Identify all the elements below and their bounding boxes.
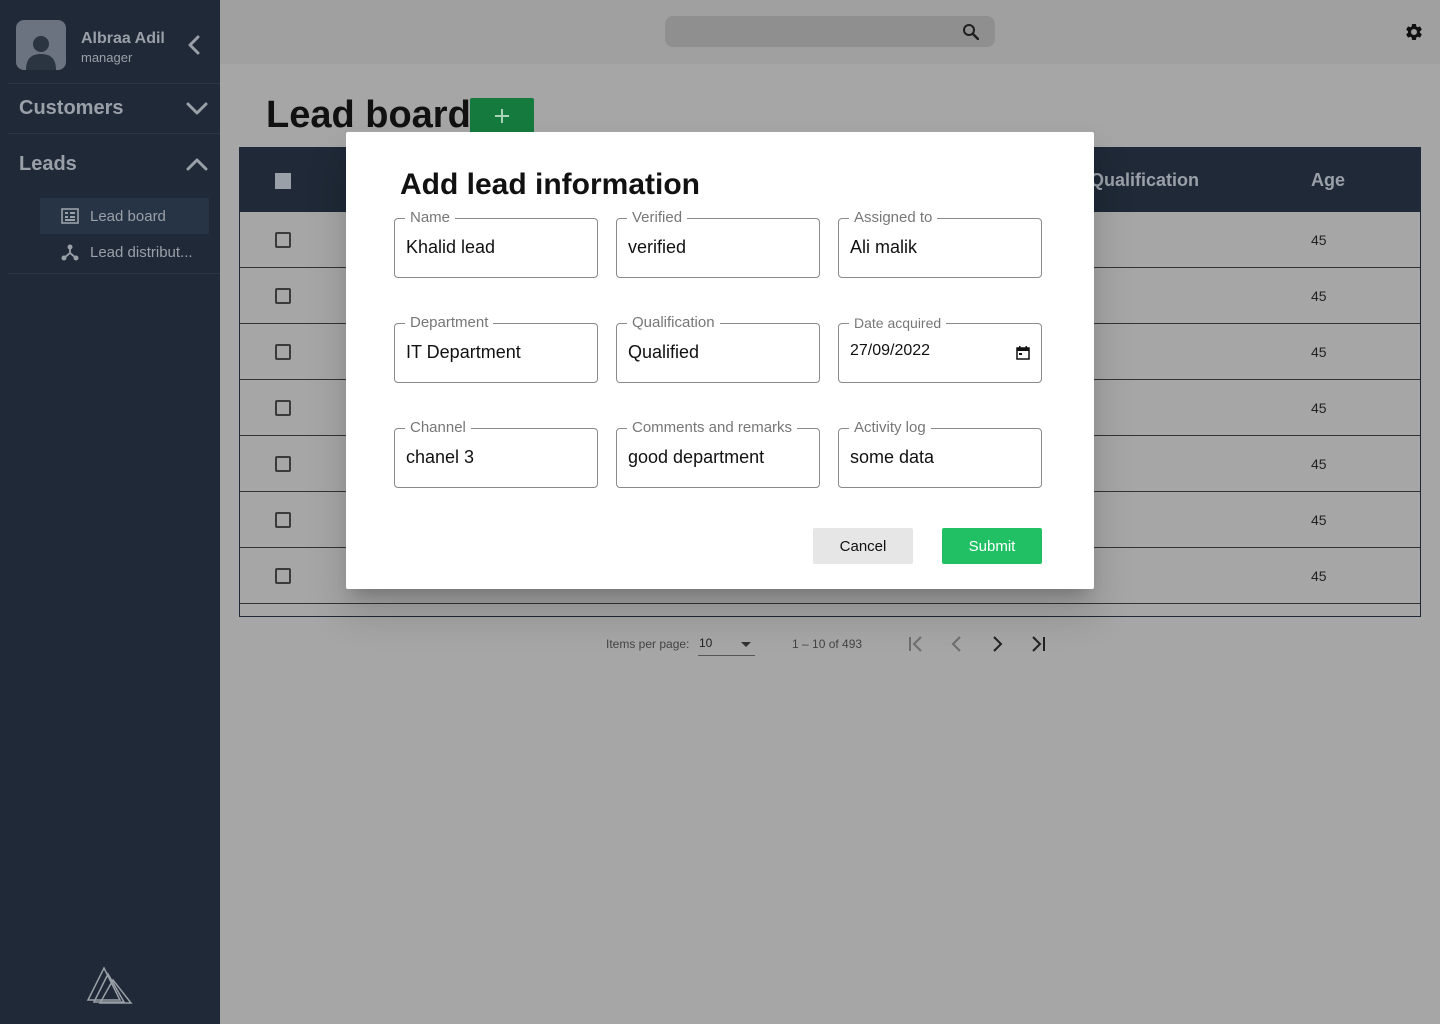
department-input[interactable]	[406, 342, 586, 363]
name-input[interactable]	[406, 237, 586, 258]
items-per-page-label: Items per page:	[606, 637, 690, 651]
next-page-icon[interactable]	[985, 632, 1009, 656]
row-checkbox[interactable]	[275, 568, 291, 584]
user-name: Albraa Adil	[81, 30, 165, 47]
search-icon[interactable]	[962, 23, 979, 40]
gear-icon[interactable]	[1404, 22, 1424, 42]
activity-log-input[interactable]	[850, 447, 1030, 468]
sidebar-group-leads[interactable]: Leads	[19, 149, 209, 179]
previous-page-icon[interactable]	[945, 632, 969, 656]
calendar-icon[interactable]	[1016, 346, 1030, 360]
name-label: Name	[405, 208, 456, 228]
collapse-sidebar-button[interactable]	[184, 34, 204, 56]
assigned-to-field: Assigned to	[838, 208, 1042, 278]
date-acquired-label: Date acquired	[849, 313, 947, 333]
cancel-button[interactable]: Cancel	[813, 528, 913, 564]
date-acquired-input[interactable]	[850, 342, 1030, 360]
verified-field: Verified	[616, 208, 820, 278]
board-icon	[60, 206, 80, 226]
logo-icon	[86, 966, 133, 1004]
first-page-icon[interactable]	[904, 632, 928, 656]
row-checkbox[interactable]	[275, 456, 291, 472]
comments-input[interactable]	[628, 447, 808, 468]
page-range-label: 1 – 10 of 493	[792, 637, 863, 651]
distribution-icon	[60, 242, 80, 262]
chevron-left-icon	[188, 35, 200, 55]
sidebar-item-label: Lead board	[90, 207, 166, 225]
age-cell: 45	[1311, 232, 1327, 248]
row-checkbox[interactable]	[275, 232, 291, 248]
divider	[8, 83, 220, 84]
search-input[interactable]	[665, 16, 995, 47]
page-size-select[interactable]: 10	[698, 632, 755, 656]
group-title: Leads	[19, 153, 77, 175]
age-cell: 45	[1311, 456, 1327, 472]
age-cell: 45	[1311, 288, 1327, 304]
qualification-input[interactable]	[628, 342, 808, 363]
age-cell: 45	[1311, 568, 1327, 584]
column-header-age[interactable]: Age	[1311, 170, 1345, 191]
divider	[8, 133, 220, 134]
divider	[8, 273, 220, 274]
row-checkbox[interactable]	[275, 344, 291, 360]
user-role: manager	[81, 50, 133, 65]
sidebar-item-lead-board[interactable]: Lead board	[40, 198, 209, 234]
row-checkbox[interactable]	[275, 288, 291, 304]
top-bar	[220, 0, 1440, 64]
age-cell: 45	[1311, 512, 1327, 528]
age-cell: 45	[1311, 400, 1327, 416]
add-lead-button[interactable]	[470, 98, 534, 134]
department-label: Department	[405, 313, 494, 333]
sidebar-item-label: Lead distribut...	[90, 243, 193, 261]
assigned-to-input[interactable]	[850, 237, 1030, 258]
channel-field: Channel	[394, 418, 598, 488]
user-icon	[26, 36, 56, 70]
comments-field: Comments and remarks	[616, 418, 820, 488]
avatar	[16, 20, 66, 70]
row-checkbox[interactable]	[275, 512, 291, 528]
sidebar-group-customers[interactable]: Customers	[19, 93, 209, 123]
plus-icon	[495, 109, 509, 123]
dropdown-arrow-icon	[741, 642, 751, 647]
add-lead-dialog: Add lead information Name Verified Assig…	[346, 132, 1094, 589]
comments-label: Comments and remarks	[627, 418, 798, 438]
dialog-title: Add lead information	[400, 168, 700, 201]
chevron-up-icon	[186, 158, 208, 171]
activity-log-label: Activity log	[849, 418, 931, 438]
age-cell: 45	[1311, 344, 1327, 360]
qualification-field: Qualification	[616, 313, 820, 383]
channel-input[interactable]	[406, 447, 586, 468]
department-field: Department	[394, 313, 598, 383]
sidebar-item-lead-distribution[interactable]: Lead distribut...	[40, 234, 209, 270]
date-acquired-field: Date acquired	[838, 313, 1042, 383]
assigned-to-label: Assigned to	[849, 208, 938, 228]
activity-log-field: Activity log	[838, 418, 1042, 488]
group-title: Customers	[19, 97, 124, 119]
page-size-value: 10	[699, 636, 713, 650]
user-profile: Albraa Adil manager	[16, 20, 216, 72]
sidebar: Albraa Adil manager Customers Leads Lead…	[0, 0, 220, 1024]
channel-label: Channel	[405, 418, 471, 438]
verified-label: Verified	[627, 208, 688, 228]
last-page-icon[interactable]	[1026, 632, 1050, 656]
column-header-qualification[interactable]: Qualification	[1090, 170, 1199, 191]
name-field: Name	[394, 208, 598, 278]
chevron-down-icon	[186, 102, 208, 115]
select-all-checkbox[interactable]	[275, 173, 291, 189]
verified-input[interactable]	[628, 237, 808, 258]
row-checkbox[interactable]	[275, 400, 291, 416]
qualification-label: Qualification	[627, 313, 720, 333]
submit-button[interactable]: Submit	[942, 528, 1042, 564]
